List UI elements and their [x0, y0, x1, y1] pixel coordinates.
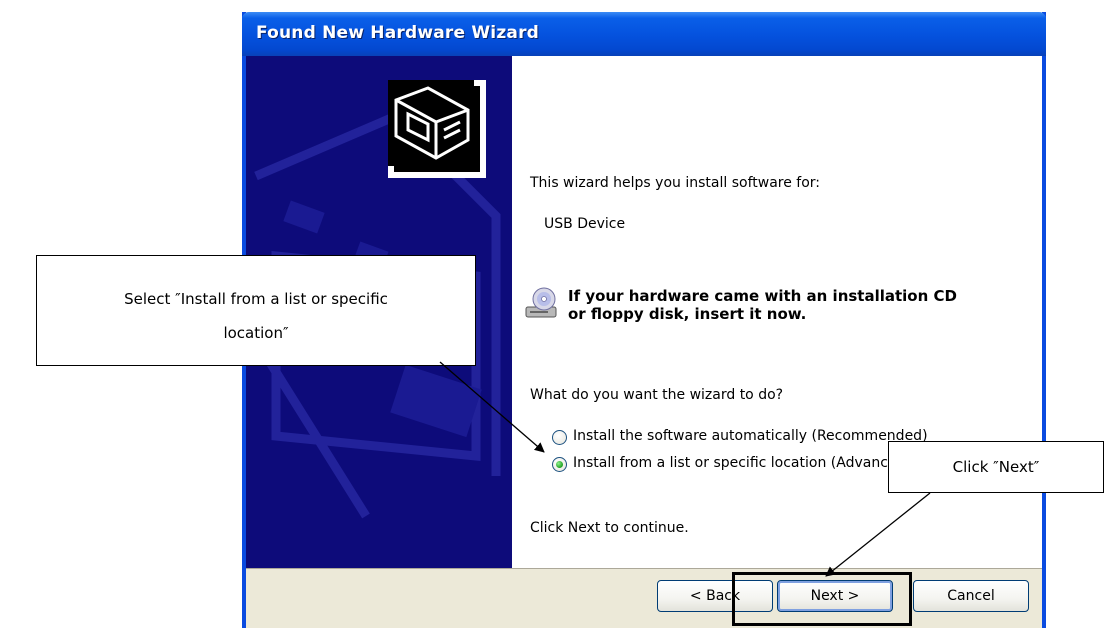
annotation-arrows [439, 361, 931, 577]
arrow-to-next [825, 492, 931, 577]
arrow-to-option [439, 361, 545, 453]
